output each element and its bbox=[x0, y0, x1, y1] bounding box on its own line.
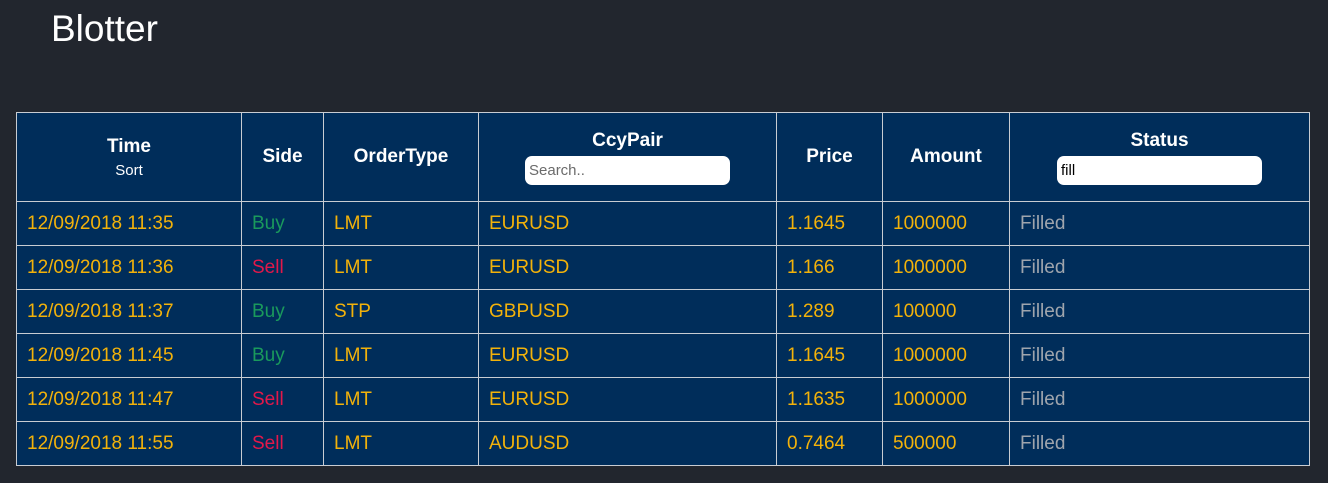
status-filter-input[interactable] bbox=[1057, 155, 1262, 185]
cell-amount: 1000000 bbox=[882, 245, 1010, 290]
column-header-price: Price bbox=[776, 112, 883, 202]
cell-order-type: LMT bbox=[323, 377, 479, 422]
cell-status: Filled bbox=[1009, 289, 1310, 334]
cell-amount: 100000 bbox=[882, 289, 1010, 334]
column-label-order-type: OrderType bbox=[353, 146, 449, 167]
blotter-table: Time Sort Side OrderType CcyPair Price A… bbox=[16, 112, 1310, 466]
cell-time: 12/09/2018 11:55 bbox=[16, 421, 242, 466]
column-label-ccy-pair: CcyPair bbox=[592, 129, 663, 151]
cell-status: Filled bbox=[1009, 333, 1310, 378]
table-row[interactable]: 12/09/2018 11:37 Buy STP GBPUSD 1.289 10… bbox=[16, 289, 1310, 334]
cell-amount: 1000000 bbox=[882, 201, 1010, 246]
cell-time: 12/09/2018 11:35 bbox=[16, 201, 242, 246]
column-header-side: Side bbox=[241, 112, 324, 202]
table-row[interactable]: 12/09/2018 11:47 Sell LMT EURUSD 1.1635 … bbox=[16, 377, 1310, 422]
cell-side: Buy bbox=[241, 289, 324, 334]
cell-price: 1.1645 bbox=[776, 333, 883, 378]
cell-status: Filled bbox=[1009, 421, 1310, 466]
cell-ccy-pair: EURUSD bbox=[478, 245, 777, 290]
cell-price: 1.166 bbox=[776, 245, 883, 290]
ccy-pair-search-input[interactable] bbox=[525, 155, 730, 185]
column-header-time: Time Sort bbox=[16, 112, 242, 202]
cell-amount: 1000000 bbox=[882, 377, 1010, 422]
cell-ccy-pair: EURUSD bbox=[478, 377, 777, 422]
column-label-price: Price bbox=[806, 146, 853, 167]
table-row[interactable]: 12/09/2018 11:55 Sell LMT AUDUSD 0.7464 … bbox=[16, 421, 1310, 466]
cell-side: Sell bbox=[241, 377, 324, 422]
table-row[interactable]: 12/09/2018 11:45 Buy LMT EURUSD 1.1645 1… bbox=[16, 333, 1310, 378]
cell-time: 12/09/2018 11:47 bbox=[16, 377, 242, 422]
cell-time: 12/09/2018 11:45 bbox=[16, 333, 242, 378]
column-label-side: Side bbox=[262, 146, 303, 167]
cell-price: 1.289 bbox=[776, 289, 883, 334]
cell-price: 0.7464 bbox=[776, 421, 883, 466]
cell-side: Buy bbox=[241, 333, 324, 378]
column-header-order-type: OrderType bbox=[323, 112, 479, 202]
cell-side: Sell bbox=[241, 421, 324, 466]
cell-order-type: LMT bbox=[323, 421, 479, 466]
cell-side: Sell bbox=[241, 245, 324, 290]
cell-price: 1.1635 bbox=[776, 377, 883, 422]
cell-price: 1.1645 bbox=[776, 201, 883, 246]
cell-order-type: STP bbox=[323, 289, 479, 334]
cell-time: 12/09/2018 11:37 bbox=[16, 289, 242, 334]
table-row[interactable]: 12/09/2018 11:36 Sell LMT EURUSD 1.166 1… bbox=[16, 245, 1310, 290]
column-header-amount: Amount bbox=[882, 112, 1010, 202]
column-label-time: Time bbox=[106, 135, 151, 157]
header-row: Time Sort Side OrderType CcyPair Price A… bbox=[16, 112, 1310, 202]
page-title: Blotter bbox=[51, 8, 158, 49]
time-sort-button[interactable]: Sort bbox=[17, 162, 241, 179]
cell-status: Filled bbox=[1009, 377, 1310, 422]
cell-order-type: LMT bbox=[323, 245, 479, 290]
column-header-status: Status bbox=[1009, 112, 1310, 202]
column-label-amount: Amount bbox=[910, 146, 982, 167]
cell-ccy-pair: EURUSD bbox=[478, 333, 777, 378]
cell-ccy-pair: EURUSD bbox=[478, 201, 777, 246]
cell-ccy-pair: GBPUSD bbox=[478, 289, 777, 334]
cell-status: Filled bbox=[1009, 201, 1310, 246]
column-label-status: Status bbox=[1130, 129, 1189, 151]
cell-status: Filled bbox=[1009, 245, 1310, 290]
cell-side: Buy bbox=[241, 201, 324, 246]
cell-amount: 1000000 bbox=[882, 333, 1010, 378]
cell-order-type: LMT bbox=[323, 333, 479, 378]
cell-time: 12/09/2018 11:36 bbox=[16, 245, 242, 290]
column-header-ccy-pair: CcyPair bbox=[478, 112, 777, 202]
table-row[interactable]: 12/09/2018 11:35 Buy LMT EURUSD 1.1645 1… bbox=[16, 201, 1310, 246]
cell-order-type: LMT bbox=[323, 201, 479, 246]
cell-ccy-pair: AUDUSD bbox=[478, 421, 777, 466]
cell-amount: 500000 bbox=[882, 421, 1010, 466]
